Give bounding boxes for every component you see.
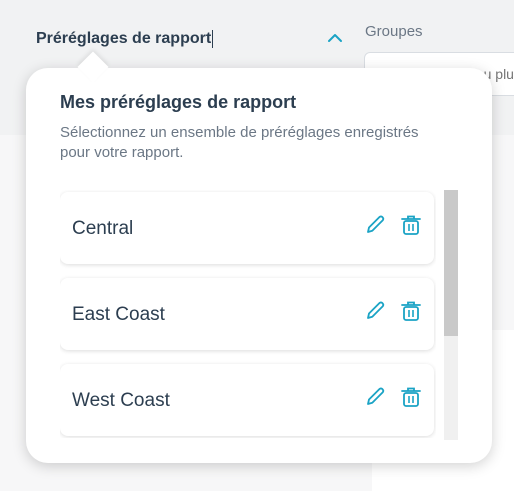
preset-item-west-coast[interactable]: West Coast	[60, 364, 434, 436]
presets-popover: Mes préréglages de rapport Sélectionnez …	[26, 68, 492, 463]
trash-icon[interactable]	[400, 214, 422, 236]
pencil-icon[interactable]	[364, 214, 386, 236]
preset-item-central[interactable]: Central	[60, 192, 434, 264]
popover-title: Mes préréglages de rapport	[60, 92, 297, 112]
preset-label: Central	[72, 218, 134, 239]
preset-item-east-coast[interactable]: East Coast	[60, 278, 434, 350]
trash-icon[interactable]	[400, 386, 422, 408]
text-cursor	[212, 30, 214, 48]
report-presets-dropdown[interactable]: Préréglages de rapport	[36, 26, 214, 52]
pencil-icon[interactable]	[364, 386, 386, 408]
groups-label: Groupes	[365, 23, 423, 40]
trash-icon[interactable]	[400, 300, 422, 322]
pencil-icon[interactable]	[364, 300, 386, 322]
preset-label: West Coast	[72, 390, 170, 411]
chevron-up-icon[interactable]	[326, 29, 344, 47]
preset-label: East Coast	[72, 304, 165, 325]
report-presets-label: Préréglages de rapport	[36, 30, 212, 47]
popover-description: Sélectionnez un ensemble de préréglages …	[60, 124, 419, 161]
scrollbar-thumb[interactable]	[444, 190, 458, 336]
list-scrollbar[interactable]	[444, 190, 458, 440]
presets-list: Central East Coast West Coast	[60, 190, 436, 438]
